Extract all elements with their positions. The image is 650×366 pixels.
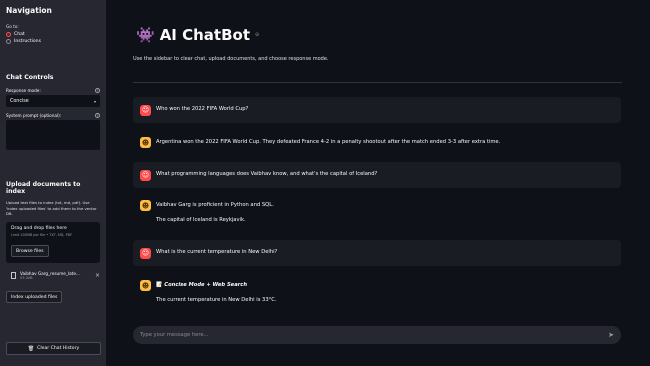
nav-option-instructions[interactable]: Instructions: [6, 39, 100, 44]
controls-title: Chat Controls: [6, 74, 54, 81]
response-mode-label-row: Response mode: ?: [6, 88, 100, 93]
bot-avatar-icon: ☻: [140, 280, 151, 291]
radio-unselected-icon: [6, 39, 11, 44]
response-mode-value: Concise: [10, 98, 29, 104]
clear-chat-label: Clear Chat History: [37, 346, 80, 351]
file-size: 53.2kB: [20, 276, 33, 280]
message-text-continued: The capital of Iceland is Reykjavik.: [156, 217, 246, 223]
uploaded-file-item: Vaibhav Garg_resume_late... 53.2kB ×: [6, 269, 100, 283]
message-text: Argentina won the 2022 FIFA World Cup. T…: [156, 138, 501, 145]
message-text: Who won the 2022 FIFA World Cup?: [156, 106, 249, 113]
nav-option-label: Chat: [14, 32, 25, 37]
response-mode-label: Response mode:: [6, 88, 41, 93]
browse-files-button[interactable]: Browse files: [11, 245, 49, 257]
chat-message-assistant: ☻ Vaibhav Garg is proficient in Python a…: [133, 200, 621, 223]
nav-option-chat[interactable]: Chat: [6, 32, 100, 37]
system-prompt-textarea[interactable]: [6, 120, 100, 150]
message-text: The current temperature in New Delhi is …: [156, 297, 277, 303]
chat-input-container: ➤: [133, 326, 621, 344]
send-icon[interactable]: ➤: [608, 331, 614, 339]
chevron-down-icon: ▾: [93, 98, 96, 104]
upload-title: Upload documents to index: [6, 181, 81, 195]
title-text: AI ChatBot: [159, 26, 250, 44]
file-dropzone[interactable]: Drag and drop files here Limit 200MB per…: [6, 221, 100, 263]
help-icon[interactable]: ?: [95, 113, 100, 118]
user-avatar-icon: ☺: [140, 169, 151, 181]
nav-option-label: Instructions: [14, 39, 41, 44]
main-content: 👾 AI ChatBot ⊝ Use the sidebar to clear …: [106, 0, 650, 366]
mode-tag-text: Concise Mode + Web Search: [164, 281, 248, 288]
bot-avatar-icon: ☻: [140, 200, 151, 211]
chat-message-user: ☺ Who won the 2022 FIFA World Cup?: [133, 97, 621, 123]
system-prompt-label-row: System prompt (optional): ?: [6, 113, 100, 118]
index-uploaded-files-button[interactable]: Index uploaded files: [6, 291, 63, 303]
clear-chat-history-button[interactable]: 🗑 Clear Chat History: [6, 342, 101, 355]
response-mode-select[interactable]: Concise ▾: [6, 95, 100, 107]
radio-selected-icon: [6, 32, 11, 37]
file-icon: [11, 272, 16, 279]
message-text: What programming languages does Vaibhav …: [156, 171, 378, 178]
system-prompt-label: System prompt (optional):: [6, 113, 62, 118]
go-to-label: Go to:: [6, 24, 19, 29]
user-avatar-icon: ☺: [140, 247, 151, 259]
dropzone-title: Drag and drop files here: [11, 225, 67, 231]
chat-message-user: ☺ What programming languages does Vaibha…: [133, 162, 621, 188]
divider: [133, 82, 622, 83]
help-icon[interactable]: ?: [95, 88, 100, 93]
message-text: What is the current temperature in New D…: [156, 249, 278, 256]
message-text: Vaibhav Garg is proficient in Python and…: [156, 201, 274, 208]
nav-title: Navigation: [6, 6, 52, 15]
chat-input[interactable]: [140, 332, 609, 338]
trash-icon: 🗑: [27, 345, 35, 352]
chat-message-assistant: ☻ 📝 Concise Mode + Web Search The curren…: [133, 280, 621, 303]
mode-tag: 📝 Concise Mode + Web Search: [156, 282, 247, 290]
bot-avatar-icon: ☻: [140, 137, 151, 148]
sidebar: Navigation Go to: Chat Instructions Chat…: [0, 0, 106, 366]
close-icon[interactable]: ×: [95, 272, 100, 279]
dropzone-limit: Limit 200MB per file • TXT, MD, PDF: [11, 232, 73, 237]
chat-message-assistant: ☻ Argentina won the 2022 FIFA World Cup.…: [133, 137, 621, 148]
user-avatar-icon: ☺: [140, 104, 151, 116]
robot-icon: 👾: [136, 26, 155, 44]
page-title: 👾 AI ChatBot ⊝: [136, 26, 259, 44]
anchor-link-icon[interactable]: ⊝: [255, 32, 259, 38]
upload-description: Upload text files to index (txt, md, pdf…: [6, 200, 97, 216]
chat-message-user: ☺ What is the current temperature in New…: [133, 240, 621, 266]
page-subtitle: Use the sidebar to clear chat, upload do…: [133, 56, 329, 62]
